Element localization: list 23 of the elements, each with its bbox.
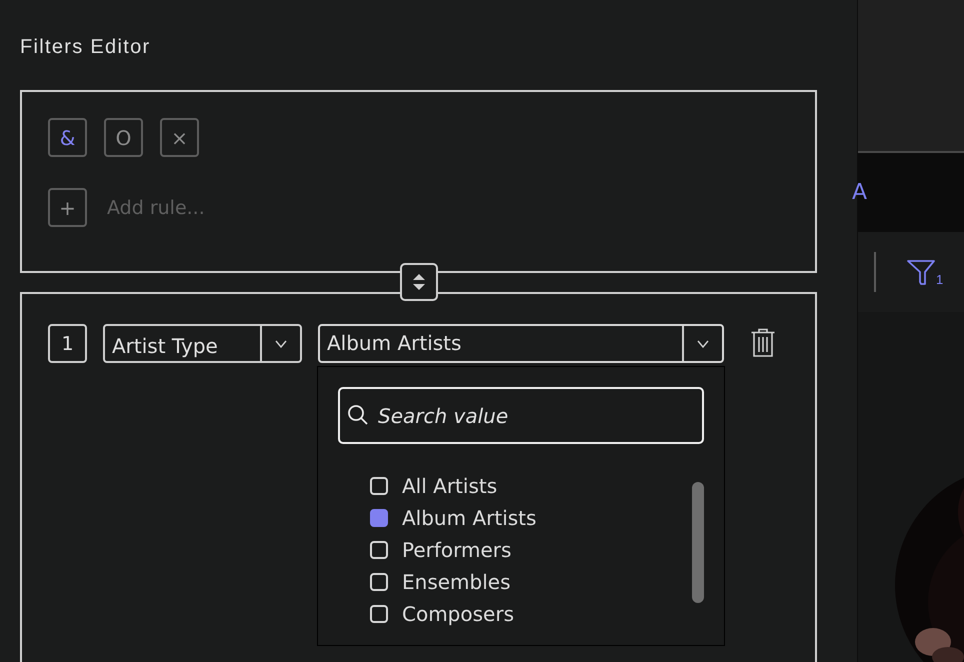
operator-button[interactable]: O	[104, 118, 143, 157]
operator-button[interactable]: ×	[160, 118, 199, 157]
option-label[interactable]: Album Artists	[402, 506, 536, 530]
operator-button[interactable]: &	[48, 118, 87, 157]
add-rule-button[interactable]: +	[48, 188, 87, 227]
option-label[interactable]: Ensembles	[402, 570, 510, 594]
option-label[interactable]: Composers	[402, 602, 514, 626]
tab-label[interactable]: A	[852, 180, 868, 205]
search-icon	[347, 404, 369, 426]
rule-number: 1	[48, 324, 87, 363]
resize-handle[interactable]	[400, 263, 438, 301]
value-select[interactable]: Album Artists	[318, 324, 724, 363]
filter-button[interactable]: 1	[906, 257, 944, 287]
panel-title: Filters Editor	[20, 36, 152, 60]
filter-count: 1	[936, 272, 944, 287]
checkbox[interactable]	[370, 509, 388, 527]
option-label[interactable]: Performers	[402, 538, 512, 562]
trash-icon[interactable]	[750, 328, 776, 358]
option-label[interactable]: All Artists	[402, 474, 498, 498]
scrollbar[interactable]	[692, 482, 704, 603]
field-select[interactable]: Artist Type	[103, 324, 302, 363]
filter-icon	[906, 257, 936, 287]
search-field[interactable]: Search value	[338, 387, 704, 444]
